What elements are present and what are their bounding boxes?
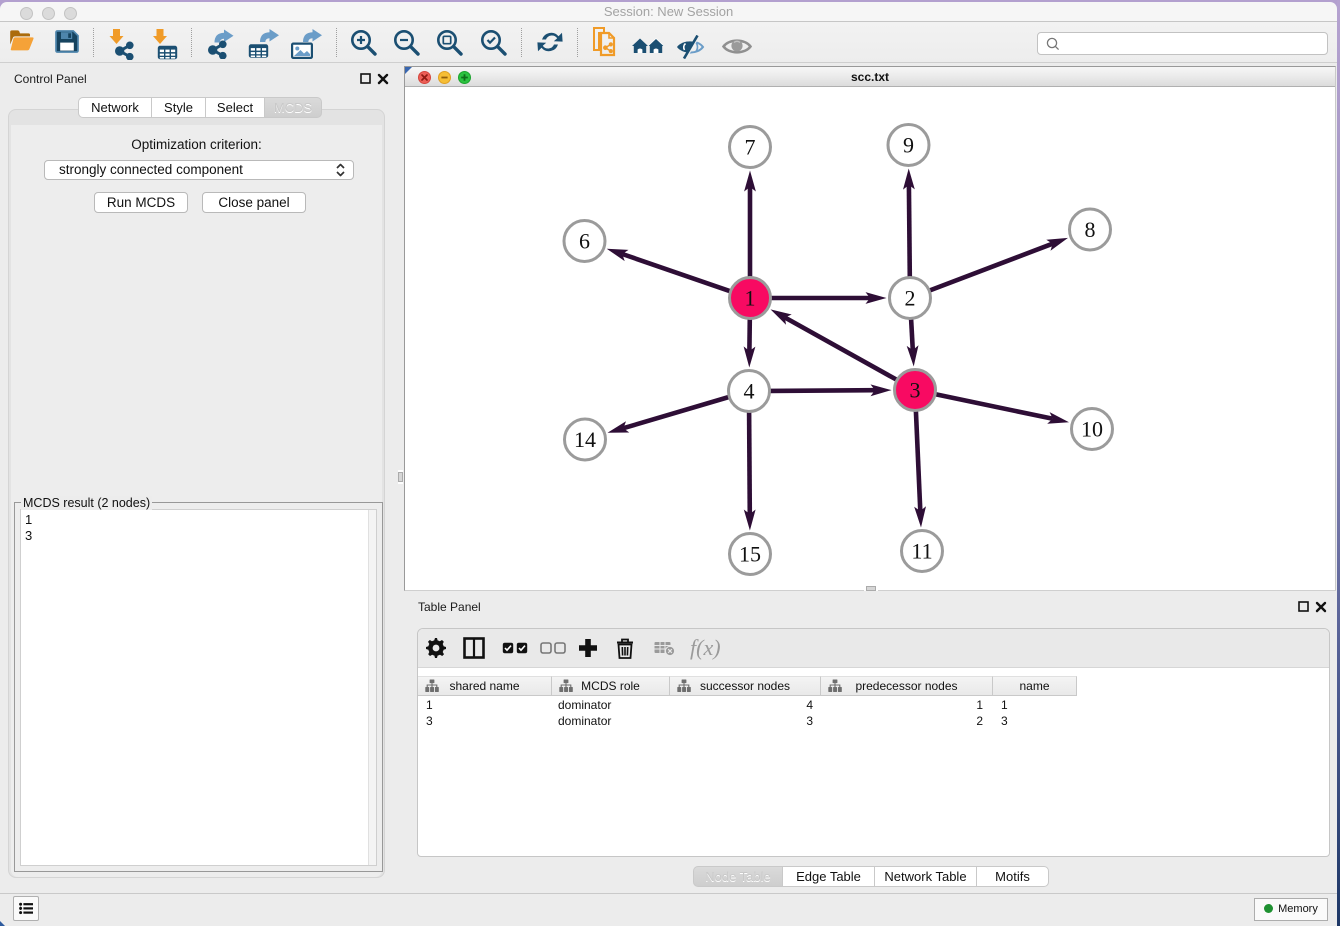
svg-text:7: 7 bbox=[745, 135, 756, 160]
svg-text:3: 3 bbox=[910, 378, 921, 403]
svg-text:10: 10 bbox=[1081, 417, 1103, 442]
svg-text:4: 4 bbox=[744, 379, 755, 404]
svg-text:11: 11 bbox=[911, 539, 932, 564]
svg-text:1: 1 bbox=[745, 286, 756, 311]
svg-text:6: 6 bbox=[579, 229, 590, 254]
svg-text:15: 15 bbox=[739, 542, 761, 567]
svg-text:8: 8 bbox=[1085, 217, 1096, 242]
svg-text:9: 9 bbox=[903, 133, 914, 158]
svg-text:14: 14 bbox=[574, 427, 596, 452]
svg-text:2: 2 bbox=[905, 286, 916, 311]
